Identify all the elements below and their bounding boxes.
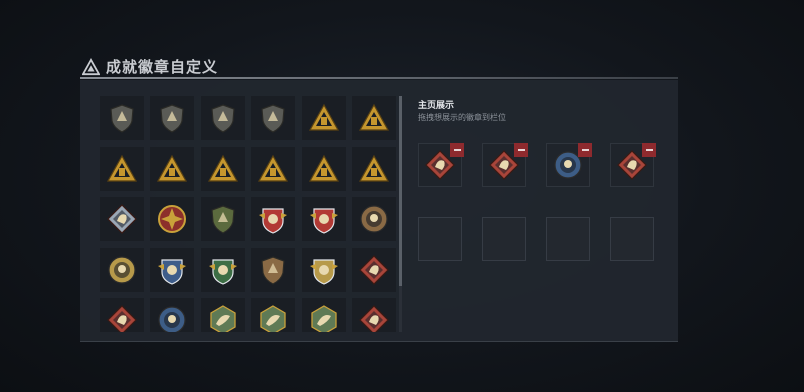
badge-cell[interactable]: [200, 146, 245, 191]
badge-cell[interactable]: [251, 146, 296, 191]
showcase-slot-empty[interactable]: [482, 217, 526, 261]
badge-cell[interactable]: [351, 298, 396, 332]
blue-round-beast-badge-icon: [158, 306, 186, 332]
green-hexagon-bird-badge-icon: [310, 305, 337, 332]
badge-cell[interactable]: [100, 197, 144, 241]
badge-grid-scrollbar[interactable]: [399, 96, 402, 332]
badge-cell[interactable]: [301, 146, 346, 191]
green-wings-crest-badge-icon: [208, 258, 237, 285]
gold-triangle-figure-badge-icon: [258, 154, 289, 182]
showcase-slot-filled[interactable]: [546, 143, 592, 187]
warning-triangle-icon: [82, 57, 100, 75]
remove-badge-button[interactable]: [578, 143, 592, 157]
badge-cell[interactable]: [251, 247, 296, 292]
badge-cell[interactable]: [351, 96, 396, 140]
showcase-slot-filled[interactable]: [610, 143, 656, 187]
badge-cell[interactable]: [100, 146, 144, 191]
gold-triangle-star-badge-icon: [106, 154, 138, 182]
badge-cell[interactable]: [150, 298, 195, 332]
badge-cell[interactable]: [100, 247, 144, 292]
badge-cell[interactable]: [251, 298, 296, 332]
green-shield-wings-badge-icon: [211, 205, 235, 234]
remove-badge-button[interactable]: [514, 143, 528, 157]
gold-triangle-eye-badge-icon: [207, 154, 238, 182]
remove-badge-button[interactable]: [642, 143, 656, 157]
red-shield-eagle-badge-icon: [309, 208, 338, 234]
remove-badge-button[interactable]: [450, 143, 464, 157]
showcase-hint: 拖拽想展示的徽章到栏位: [418, 113, 506, 122]
red-diamond-dragon-badge-icon: [359, 305, 389, 332]
badge-cell[interactable]: [100, 96, 144, 140]
red-diamond-wolf-badge-icon: [359, 254, 389, 285]
bronze-circle-skull-badge-icon: [360, 205, 388, 233]
badge-cell[interactable]: [301, 298, 346, 332]
gold-triangle-house-badge-icon: [308, 103, 339, 131]
shield-arrow-badge-icon: [261, 104, 285, 133]
badge-grid-area[interactable]: [100, 96, 400, 332]
badge-cell[interactable]: [351, 247, 396, 292]
scrollbar-thumb[interactable]: [399, 96, 402, 286]
page-header: 成就徽章自定义: [82, 56, 218, 77]
badge-cell[interactable]: [301, 96, 346, 140]
showcase-slot-empty[interactable]: [610, 217, 654, 261]
badge-cell[interactable]: [200, 247, 245, 292]
showcase-slot-empty[interactable]: [418, 217, 462, 261]
badge-cell[interactable]: [200, 298, 245, 332]
red-diamond-dog-badge-icon: [107, 305, 137, 332]
gold-triangle-tower-badge-icon: [157, 154, 188, 182]
shield-helicopter-badge-icon: [160, 104, 185, 133]
showcase-slot-filled[interactable]: [418, 143, 464, 187]
badge-cell[interactable]: [251, 197, 296, 241]
badge-cell[interactable]: [150, 96, 195, 140]
silver-diamond-badge-icon: [107, 204, 137, 234]
badge-cell[interactable]: [251, 96, 296, 140]
badge-cell[interactable]: [100, 298, 144, 332]
badge-cell[interactable]: [351, 197, 396, 241]
badge-cell[interactable]: [301, 197, 346, 241]
shield-pyramid-badge-icon: [110, 104, 134, 133]
badge-cell[interactable]: [150, 197, 195, 241]
green-hexagon-hawk-badge-icon: [260, 305, 286, 332]
gold-triangle-soldier-badge-icon: [358, 154, 389, 182]
badge-cell[interactable]: [200, 197, 245, 241]
badge-cell[interactable]: [351, 146, 396, 191]
badge-cell[interactable]: [301, 247, 346, 292]
blue-wings-crest-badge-icon: [158, 258, 187, 285]
badge-cell[interactable]: [150, 247, 195, 292]
showcase-title: 主页展示: [418, 101, 455, 111]
page-title: 成就徽章自定义: [106, 58, 219, 76]
shield-diamond-badge-icon: [211, 104, 235, 133]
gold-round-helmet-badge-icon: [108, 255, 136, 284]
title-divider: [80, 77, 678, 79]
badge-cell[interactable]: [200, 96, 245, 140]
red-blue-shield-star-badge-icon: [259, 208, 288, 234]
badge-grid: [100, 96, 400, 332]
cross-medal-badge-icon: [158, 205, 187, 233]
green-hexagon-fox-badge-icon: [210, 305, 236, 332]
showcase-slot-filled[interactable]: [482, 143, 528, 187]
gold-triangle-bottle-badge-icon: [308, 154, 339, 182]
gold-crest-grenade-badge-icon: [309, 258, 338, 285]
showcase-slot-empty[interactable]: [546, 217, 590, 261]
bronze-shield-rifle-badge-icon: [261, 255, 285, 285]
badge-cell[interactable]: [150, 146, 195, 191]
gold-triangle-chart-badge-icon: [358, 103, 389, 131]
